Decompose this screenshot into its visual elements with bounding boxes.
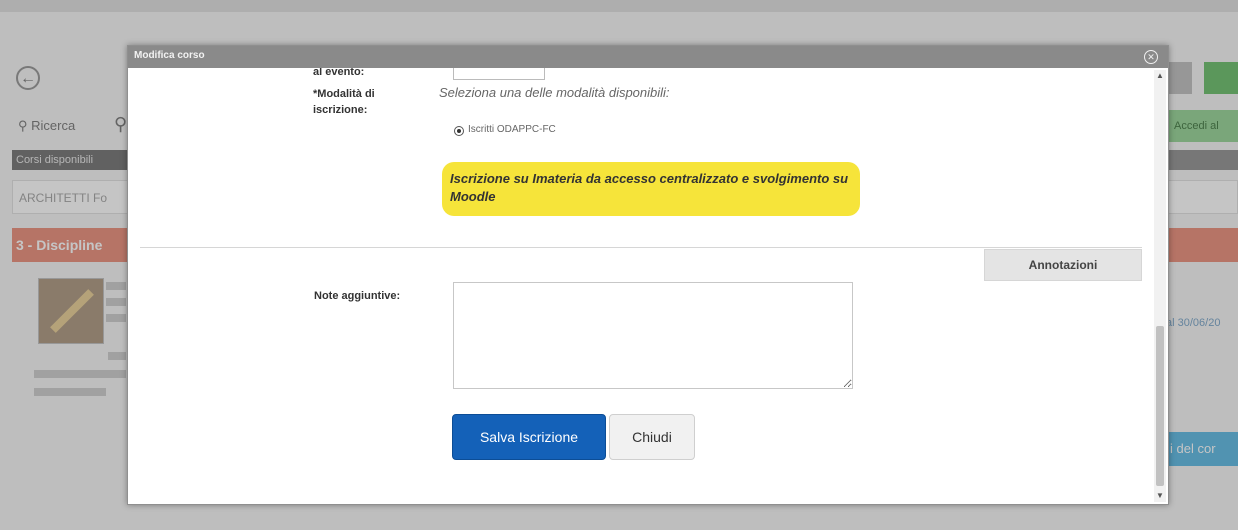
close-button[interactable]: Chiudi bbox=[609, 414, 695, 460]
dialog-body: al evento: *Modalità di iscrizione: Sele… bbox=[128, 68, 1154, 504]
registration-mode-helper: Seleziona una delle modalità disponibili… bbox=[439, 85, 670, 100]
registration-mode-label: *Modalità di iscrizione: bbox=[313, 88, 375, 116]
registration-info-callout: Iscrizione su Imateria da accesso centra… bbox=[442, 162, 860, 216]
dialog-title: Modifica corso bbox=[134, 50, 205, 61]
scroll-up-icon[interactable]: ▲ bbox=[1154, 70, 1166, 82]
annotations-tab[interactable]: Annotazioni bbox=[984, 249, 1142, 281]
registration-mode-option-label[interactable]: Iscritti ODAPPC-FC bbox=[468, 124, 556, 135]
scroll-down-icon[interactable]: ▼ bbox=[1154, 490, 1166, 502]
section-divider bbox=[140, 247, 1142, 248]
dialog-scrollbar[interactable]: ▲ ▼ bbox=[1154, 70, 1166, 502]
dialog-titlebar[interactable]: Modifica corso ✕ bbox=[128, 46, 1168, 68]
scroll-thumb[interactable] bbox=[1156, 326, 1164, 486]
event-input[interactable] bbox=[453, 68, 545, 80]
registration-mode-radio[interactable] bbox=[454, 126, 464, 136]
save-registration-button[interactable]: Salva Iscrizione bbox=[452, 414, 606, 460]
event-label: al evento: bbox=[313, 68, 365, 78]
edit-course-dialog: Modifica corso ✕ al evento: *Modalità di… bbox=[127, 45, 1169, 505]
close-icon[interactable]: ✕ bbox=[1144, 50, 1158, 64]
notes-label: Note aggiuntive: bbox=[314, 290, 401, 302]
notes-textarea[interactable] bbox=[453, 282, 853, 389]
